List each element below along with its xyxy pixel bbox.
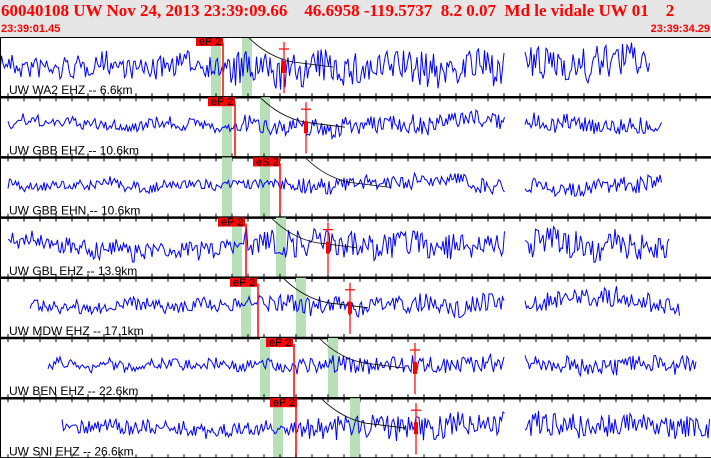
residual-bar <box>304 121 308 134</box>
waveform-trace <box>524 410 710 440</box>
residual-bar <box>282 61 286 73</box>
residual-bar <box>348 301 352 314</box>
channel-panel[interactable]: eP 2 UW WA2 EHZ -- 6.6km <box>0 37 711 102</box>
end-time: 23:39:34.29 <box>650 23 710 35</box>
travel-time-curve <box>259 96 346 128</box>
event-header: 60040108 UW Nov 24, 2013 23:39:09.66 46.… <box>0 0 711 37</box>
residual-bar <box>326 241 330 254</box>
channel-label: UW GBL EHZ -- 13.9km <box>9 264 137 278</box>
waveform-trace <box>29 292 505 319</box>
waveform-trace <box>524 286 680 316</box>
waveform-trace <box>524 174 662 198</box>
waveform-trace <box>47 352 505 375</box>
channel-label: UW MDW EHZ -- 17.1km <box>9 324 144 338</box>
waveform-trace <box>524 42 650 85</box>
residual-bar <box>414 422 418 435</box>
residual-bar <box>413 362 417 374</box>
waveform-trace <box>524 112 662 135</box>
channel-panel[interactable]: eS 2 UW GBB EHN -- 10.6km <box>0 156 711 222</box>
pick-label: eP 2 <box>211 96 233 108</box>
channel-panel[interactable]: eP 2 UW SNI EHZ -- 26.6km <box>0 397 711 458</box>
channel-panel[interactable]: eP 2UW GBB EHZ -- 10.6km <box>0 96 711 162</box>
start-time: 23:39:01.45 <box>1 23 61 35</box>
channel-label: UW BEN EHZ -- 22.6km <box>9 384 138 398</box>
waveform-trace <box>524 354 697 378</box>
waveform-trace <box>524 225 670 263</box>
channel-label: UW GBB EHN -- 10.6km <box>9 204 140 218</box>
waveform-trace <box>7 171 505 196</box>
pick-label: eS 2 <box>256 156 279 168</box>
channel-panel[interactable]: eP 2 UW BEN EHZ -- 22.6km <box>0 337 711 403</box>
channel-label: UW WA2 EHZ -- 6.6km <box>9 83 133 97</box>
waveform-trace <box>61 410 505 442</box>
phase-window <box>296 277 306 338</box>
phase-window <box>260 97 270 158</box>
waveform-trace <box>7 109 505 141</box>
pick-label: eP 2 <box>199 37 221 48</box>
channel-panel[interactable]: eP 2 UW GBL EHZ -- 13.9km <box>0 217 711 282</box>
event-title: 60040108 UW Nov 24, 2013 23:39:09.66 46.… <box>1 1 675 20</box>
seismogram-panels[interactable]: eP 2 UW WA2 EHZ -- 6.6kmeP 2UW GBB EHZ --… <box>0 37 711 458</box>
pick-label: eP 2 <box>233 277 255 289</box>
pick-label: eP 2 <box>221 217 243 229</box>
channel-label: UW SNI EHZ -- 26.6km <box>9 444 134 458</box>
channel-panel[interactable]: eP 2 UW MDW EHZ -- 17.1km <box>0 277 711 342</box>
waveform-trace <box>7 227 505 263</box>
pick-label: eP 2 <box>273 397 295 409</box>
pick-label: eP 2 <box>269 337 291 349</box>
